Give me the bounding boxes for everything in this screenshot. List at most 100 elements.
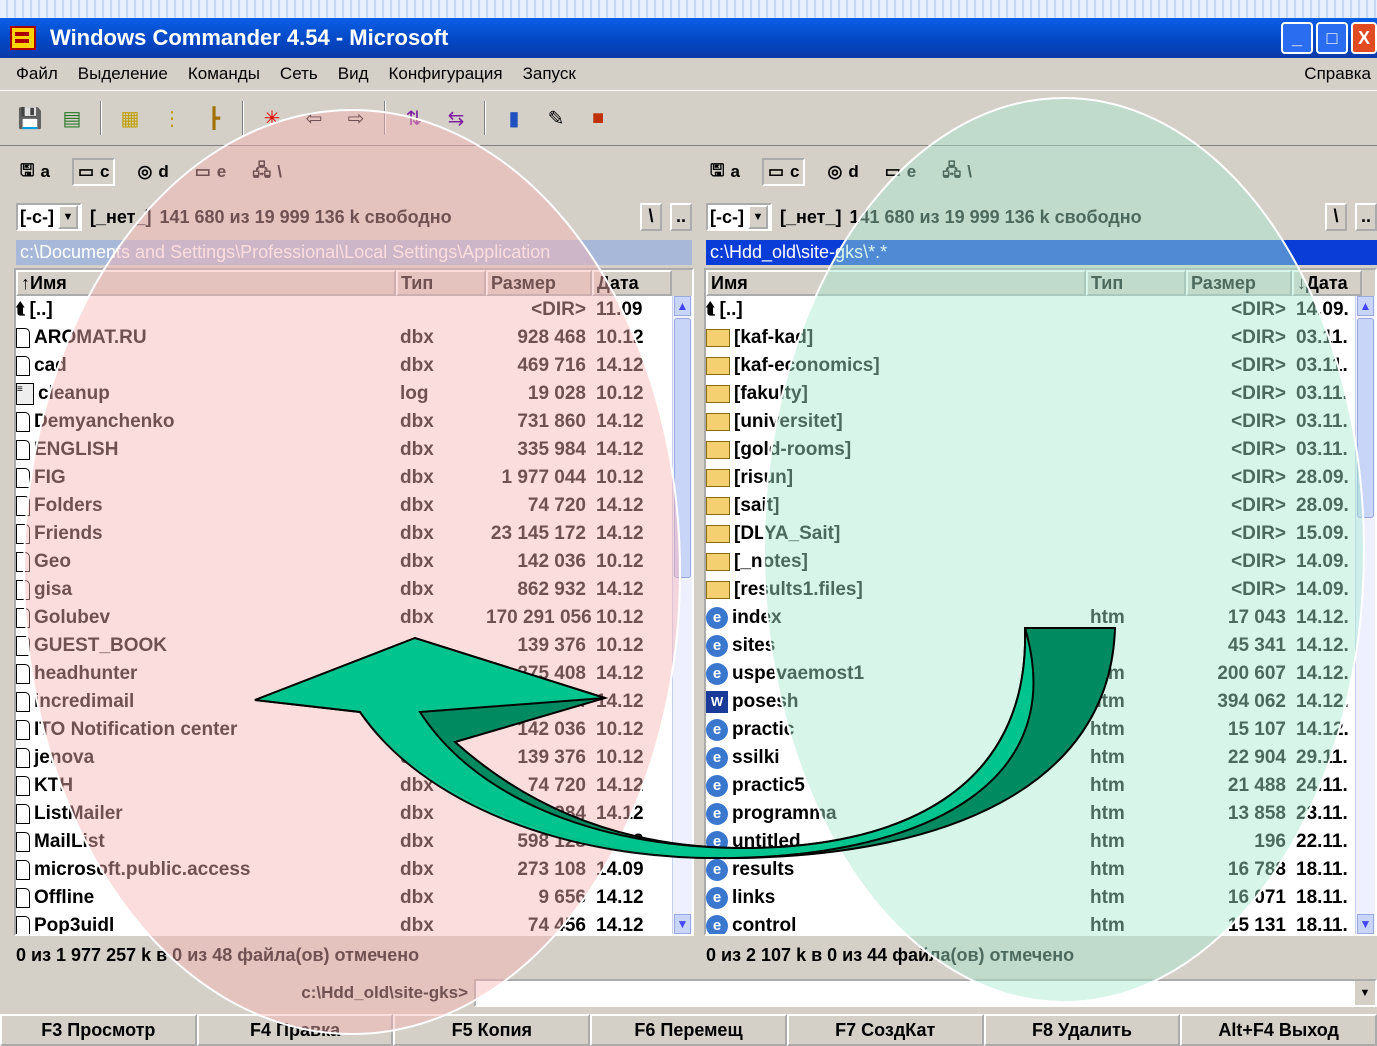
file-row[interactable]: MailList dbx 598 128 14.12: [16, 828, 692, 856]
right-scrollbar[interactable]: ▲ ▼: [1355, 296, 1375, 934]
file-row[interactable]: ≡ cleanup log 19 028 10.12: [16, 380, 692, 408]
scroll-thumb[interactable]: [1357, 318, 1374, 518]
header-size[interactable]: Размер: [1186, 270, 1292, 296]
file-row[interactable]: e uspevaemost1 htm 200 607 14.12.: [706, 660, 1375, 688]
file-row[interactable]: headhunter 275 408 14.12: [16, 660, 692, 688]
drive-d-button[interactable]: ◎ d: [823, 160, 862, 184]
f5-copy-button[interactable]: F5 Копия: [393, 1014, 591, 1046]
f4-edit-button[interactable]: F4 Правка: [196, 1014, 394, 1046]
file-row[interactable]: e ssilki htm 22 904 29.11.: [706, 744, 1375, 772]
file-row[interactable]: ITO Notification center dbx 142 036 10.12: [16, 716, 692, 744]
drive-e-button[interactable]: ▭ e: [881, 160, 921, 184]
file-row[interactable]: e index htm 17 043 14.12.: [706, 604, 1375, 632]
file-row[interactable]: [fakulty] <DIR> 03.11.: [706, 380, 1375, 408]
header-date[interactable]: Дата: [592, 270, 672, 296]
file-row[interactable]: [_notes] <DIR> 14.09.: [706, 548, 1375, 576]
file-row[interactable]: [risun] <DIR> 28.09.: [706, 464, 1375, 492]
file-row[interactable]: Friends dbx 23 145 172 14.12: [16, 520, 692, 548]
refresh-icon[interactable]: 💾: [16, 104, 44, 132]
file-row[interactable]: ⮬ [..] <DIR> 11.09: [16, 296, 692, 324]
parent-dir-button[interactable]: ..: [1355, 203, 1377, 231]
filter-icon[interactable]: ✳: [258, 104, 286, 132]
header-name[interactable]: Имя: [706, 270, 1086, 296]
back-icon[interactable]: ⇦: [300, 104, 328, 132]
file-row[interactable]: [kaf-economics] <DIR> 03.11.: [706, 352, 1375, 380]
file-row[interactable]: incredimail 666 324 14.12: [16, 688, 692, 716]
file-row[interactable]: [results1.files] <DIR> 14.09.: [706, 576, 1375, 604]
drive-d-button[interactable]: ◎ d: [133, 160, 172, 184]
scroll-down-arrow[interactable]: ▼: [674, 914, 691, 934]
file-row[interactable]: Geo dbx 142 036 10.12: [16, 548, 692, 576]
file-row[interactable]: [universitet] <DIR> 03.11.: [706, 408, 1375, 436]
file-row[interactable]: [sait] <DIR> 28.09.: [706, 492, 1375, 520]
file-row[interactable]: [kaf-kad] <DIR> 03.11.: [706, 324, 1375, 352]
file-row[interactable]: Pop3uidl dbx 74 456 14.12: [16, 912, 692, 934]
file-row[interactable]: cad dbx 469 716 14.12: [16, 352, 692, 380]
msdos-icon[interactable]: ■: [584, 104, 612, 132]
minimize-button[interactable]: _: [1281, 22, 1313, 54]
scroll-down-arrow[interactable]: ▼: [1357, 914, 1374, 934]
tree-icon[interactable]: ▤: [58, 104, 86, 132]
brief-view-icon[interactable]: ▦: [116, 104, 144, 132]
menu-config[interactable]: Конфигурация: [389, 64, 503, 84]
menu-start[interactable]: Запуск: [523, 64, 576, 84]
tree-view-icon[interactable]: ┣: [200, 104, 228, 132]
root-dir-button[interactable]: \: [1325, 203, 1347, 231]
header-size[interactable]: Размер: [486, 270, 592, 296]
close-button[interactable]: X: [1351, 22, 1377, 54]
menu-help[interactable]: Справка: [1304, 64, 1371, 84]
parent-dir-button[interactable]: ..: [670, 203, 692, 231]
drive-network-button[interactable]: 🖧 \: [938, 156, 976, 189]
header-type[interactable]: Тип: [396, 270, 486, 296]
full-view-icon[interactable]: ⋮: [158, 104, 186, 132]
drive-network-button[interactable]: 🖧 \: [248, 156, 286, 189]
header-name[interactable]: ↑Имя: [16, 270, 396, 296]
file-row[interactable]: [DLYA_Sait] <DIR> 15.09.: [706, 520, 1375, 548]
scroll-up-arrow[interactable]: ▲: [674, 296, 691, 316]
f6-move-button[interactable]: F6 Перемещ: [590, 1014, 787, 1046]
edit-icon[interactable]: ✎: [542, 104, 570, 132]
file-row[interactable]: e programma htm 13 858 23.11.: [706, 800, 1375, 828]
file-row[interactable]: KTH dbx 74 720 14.12: [16, 772, 692, 800]
command-input[interactable]: ▼: [474, 979, 1377, 1007]
menu-net[interactable]: Сеть: [280, 64, 318, 84]
title-bar[interactable]: Windows Commander 4.54 - Microsoft _ □ X: [0, 18, 1377, 58]
file-row[interactable]: Folders dbx 74 720 14.12: [16, 492, 692, 520]
alt-f4-exit-button[interactable]: Alt+F4 Выход: [1180, 1014, 1377, 1046]
file-row[interactable]: AROMAT.RU dbx 928 468 10.12: [16, 324, 692, 352]
menu-view[interactable]: Вид: [338, 64, 369, 84]
file-row[interactable]: Golubev dbx 170 291 056 10.12: [16, 604, 692, 632]
chevron-down-icon[interactable]: ▼: [1355, 981, 1375, 1005]
file-row[interactable]: FIG dbx 1 977 044 10.12: [16, 464, 692, 492]
right-drive-combo[interactable]: [-c-] ▼: [706, 203, 772, 231]
drive-a-button[interactable]: 🖫 a: [706, 156, 744, 189]
f7-mkdir-button[interactable]: F7 СоздКат: [786, 1014, 984, 1046]
file-row[interactable]: ⮬ [..] <DIR> 14.09.: [706, 296, 1375, 324]
f3-view-button[interactable]: F3 Просмотр: [0, 1014, 197, 1046]
drive-e-button[interactable]: ▭ e: [191, 160, 231, 184]
file-row[interactable]: [gold-rooms] <DIR> 03.11.: [706, 436, 1375, 464]
notepad-icon[interactable]: ▮: [500, 104, 528, 132]
file-row[interactable]: ENGLISH dbx 335 984 14.12: [16, 436, 692, 464]
file-row[interactable]: e results htm 16 788 18.11.: [706, 856, 1375, 884]
file-row[interactable]: e untitled htm 196 22.11.: [706, 828, 1375, 856]
file-row[interactable]: GUEST_BOOK 139 376 10.12: [16, 632, 692, 660]
file-row[interactable]: Demyanchenko dbx 731 860 14.12: [16, 408, 692, 436]
chevron-down-icon[interactable]: ▼: [58, 205, 78, 229]
menu-file[interactable]: Файл: [16, 64, 58, 84]
right-file-panel[interactable]: Имя Тип Размер ↓Дата ⮬ [..] <DIR> 14.09. [ka…: [704, 268, 1377, 936]
file-row[interactable]: e practic5 htm 21 488 24.11.: [706, 772, 1375, 800]
maximize-button[interactable]: □: [1316, 22, 1348, 54]
drive-a-button[interactable]: 🖫 a: [16, 156, 54, 189]
file-row[interactable]: e control htm 15 131 18.11.: [706, 912, 1375, 934]
file-row[interactable]: e links htm 16 071 18.11.: [706, 884, 1375, 912]
forward-icon[interactable]: ⇨: [342, 104, 370, 132]
menu-select[interactable]: Выделение: [78, 64, 168, 84]
file-row[interactable]: e sites 45 341 14.12.: [706, 632, 1375, 660]
left-file-panel[interactable]: ↑Имя Тип Размер Дата ⮬ [..] <DIR> 11.09 AROM…: [14, 268, 694, 936]
left-scrollbar[interactable]: ▲ ▼: [672, 296, 692, 934]
drive-c-button[interactable]: ▭ c: [761, 158, 806, 186]
menu-commands[interactable]: Команды: [188, 64, 260, 84]
file-row[interactable]: gisa dbx 862 932 14.12: [16, 576, 692, 604]
ftp-connect-icon[interactable]: ⇅: [400, 104, 428, 132]
